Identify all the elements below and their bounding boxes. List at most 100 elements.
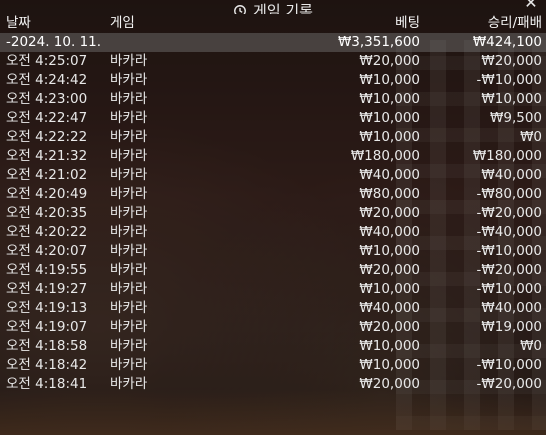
close-button[interactable]: ✕ — [522, 0, 540, 12]
row-time: 오전 4:20:49 — [6, 186, 88, 202]
row-bet: ₩40,000 — [359, 167, 420, 183]
game-history-table: 날짜 게임 베팅 승리/패배 -2024. 10. 11. ₩3,351,600… — [0, 14, 546, 394]
row-win-loss: -₩40,000 — [476, 224, 542, 240]
row-bet: ₩10,000 — [359, 281, 420, 297]
panel-title-text: 게임 기록 — [253, 2, 313, 14]
summary-bet-total: ₩3,351,600 — [337, 34, 420, 50]
table-row[interactable]: 오전 4:22:22 바카라 ₩10,000 ₩0 — [0, 128, 546, 147]
row-win-loss: -₩10,000 — [476, 243, 542, 259]
row-time: 오전 4:25:07 — [6, 53, 88, 69]
row-time: 오전 4:20:22 — [6, 224, 88, 240]
row-bet: ₩10,000 — [359, 357, 420, 373]
row-bet: ₩80,000 — [359, 186, 420, 202]
summary-win-loss-total: ₩424,100 — [472, 34, 542, 50]
table-row[interactable]: 오전 4:19:55 바카라 ₩20,000 -₩20,000 — [0, 261, 546, 280]
row-time: 오전 4:18:41 — [6, 376, 88, 392]
row-game: 바카라 — [110, 167, 148, 183]
close-icon: ✕ — [524, 0, 538, 12]
row-bet: ₩180,000 — [350, 148, 420, 164]
table-row[interactable]: 오전 4:24:42 바카라 ₩10,000 -₩10,000 — [0, 71, 546, 90]
row-game: 바카라 — [110, 281, 148, 297]
row-win-loss: -₩10,000 — [476, 357, 542, 373]
row-bet: ₩20,000 — [359, 53, 420, 69]
row-win-loss: ₩19,000 — [481, 319, 542, 335]
row-win-loss: ₩10,000 — [481, 91, 542, 107]
row-time: 오전 4:22:47 — [6, 110, 88, 126]
row-win-loss: -₩80,000 — [476, 186, 542, 202]
row-bet: ₩40,000 — [359, 300, 420, 316]
row-win-loss: ₩0 — [520, 129, 542, 145]
row-bet: ₩20,000 — [359, 262, 420, 278]
table-row[interactable]: 오전 4:18:41 바카라 ₩20,000 -₩20,000 — [0, 375, 546, 394]
table-row[interactable]: 오전 4:20:22 바카라 ₩40,000 -₩40,000 — [0, 223, 546, 242]
row-time: 오전 4:18:58 — [6, 338, 88, 354]
row-win-loss: -₩10,000 — [476, 72, 542, 88]
table-row[interactable]: 오전 4:19:13 바카라 ₩40,000 ₩40,000 — [0, 299, 546, 318]
row-game: 바카라 — [110, 300, 148, 316]
row-game: 바카라 — [110, 186, 148, 202]
row-game: 바카라 — [110, 224, 148, 240]
table-header-row: 날짜 게임 베팅 승리/패배 — [0, 14, 546, 33]
row-game: 바카라 — [110, 148, 148, 164]
column-header-bet: 베팅 — [395, 15, 420, 31]
row-bet: ₩10,000 — [359, 91, 420, 107]
panel-title: 게임 기록 — [233, 0, 313, 14]
row-time: 오전 4:19:07 — [6, 319, 88, 335]
row-win-loss: ₩180,000 — [472, 148, 542, 164]
history-icon — [234, 4, 246, 14]
summary-date: -2024. 10. 11. — [6, 34, 102, 50]
row-bet: ₩10,000 — [359, 243, 420, 259]
row-win-loss: -₩20,000 — [476, 376, 542, 392]
row-win-loss: ₩9,500 — [490, 110, 542, 126]
table-row[interactable]: 오전 4:23:00 바카라 ₩10,000 ₩10,000 — [0, 90, 546, 109]
row-win-loss: ₩20,000 — [481, 53, 542, 69]
table-row[interactable]: 오전 4:21:02 바카라 ₩40,000 ₩40,000 — [0, 166, 546, 185]
row-time: 오전 4:21:32 — [6, 148, 88, 164]
row-win-loss: ₩0 — [520, 338, 542, 354]
row-win-loss: ₩40,000 — [481, 300, 542, 316]
row-time: 오전 4:24:42 — [6, 72, 88, 88]
row-game: 바카라 — [110, 376, 148, 392]
row-bet: ₩10,000 — [359, 129, 420, 145]
row-win-loss: -₩10,000 — [476, 281, 542, 297]
table-row[interactable]: 오전 4:21:32 바카라 ₩180,000 ₩180,000 — [0, 147, 546, 166]
row-game: 바카라 — [110, 338, 148, 354]
row-game: 바카라 — [110, 72, 148, 88]
row-bet: ₩20,000 — [359, 319, 420, 335]
table-row[interactable]: 오전 4:19:07 바카라 ₩20,000 ₩19,000 — [0, 318, 546, 337]
row-win-loss: -₩20,000 — [476, 205, 542, 221]
row-game: 바카라 — [110, 129, 148, 145]
row-bet: ₩10,000 — [359, 72, 420, 88]
row-time: 오전 4:19:27 — [6, 281, 88, 297]
row-game: 바카라 — [110, 205, 148, 221]
row-time: 오전 4:19:55 — [6, 262, 88, 278]
table-row[interactable]: 오전 4:19:27 바카라 ₩10,000 -₩10,000 — [0, 280, 546, 299]
panel-title-bar: 게임 기록 — [0, 0, 546, 14]
history-rows: 오전 4:25:07 바카라 ₩20,000 ₩20,000 오전 4:24:42 바카라… — [0, 52, 546, 394]
row-game: 바카라 — [110, 91, 148, 107]
table-row[interactable]: 오전 4:22:47 바카라 ₩10,000 ₩9,500 — [0, 109, 546, 128]
table-row[interactable]: 오전 4:20:49 바카라 ₩80,000 -₩80,000 — [0, 185, 546, 204]
row-win-loss: -₩20,000 — [476, 262, 542, 278]
row-time: 오전 4:22:22 — [6, 129, 88, 145]
row-time: 오전 4:21:02 — [6, 167, 88, 183]
table-row[interactable]: 오전 4:20:35 바카라 ₩20,000 -₩20,000 — [0, 204, 546, 223]
row-game: 바카라 — [110, 357, 148, 373]
row-bet: ₩40,000 — [359, 224, 420, 240]
table-row[interactable]: 오전 4:25:07 바카라 ₩20,000 ₩20,000 — [0, 52, 546, 71]
table-row[interactable]: 오전 4:18:42 바카라 ₩10,000 -₩10,000 — [0, 356, 546, 375]
row-time: 오전 4:19:13 — [6, 300, 88, 316]
row-bet: ₩10,000 — [359, 338, 420, 354]
row-bet: ₩10,000 — [359, 110, 420, 126]
row-time: 오전 4:18:42 — [6, 357, 88, 373]
row-bet: ₩20,000 — [359, 376, 420, 392]
row-bet: ₩20,000 — [359, 205, 420, 221]
row-time: 오전 4:20:35 — [6, 205, 88, 221]
column-header-game: 게임 — [110, 15, 135, 31]
table-row[interactable]: 오전 4:18:58 바카라 ₩10,000 ₩0 — [0, 337, 546, 356]
column-header-date: 날짜 — [6, 15, 31, 31]
table-row[interactable]: 오전 4:20:07 바카라 ₩10,000 -₩10,000 — [0, 242, 546, 261]
row-time: 오전 4:23:00 — [6, 91, 88, 107]
date-summary-row[interactable]: -2024. 10. 11. ₩3,351,600 ₩424,100 — [0, 33, 546, 52]
row-game: 바카라 — [110, 53, 148, 69]
